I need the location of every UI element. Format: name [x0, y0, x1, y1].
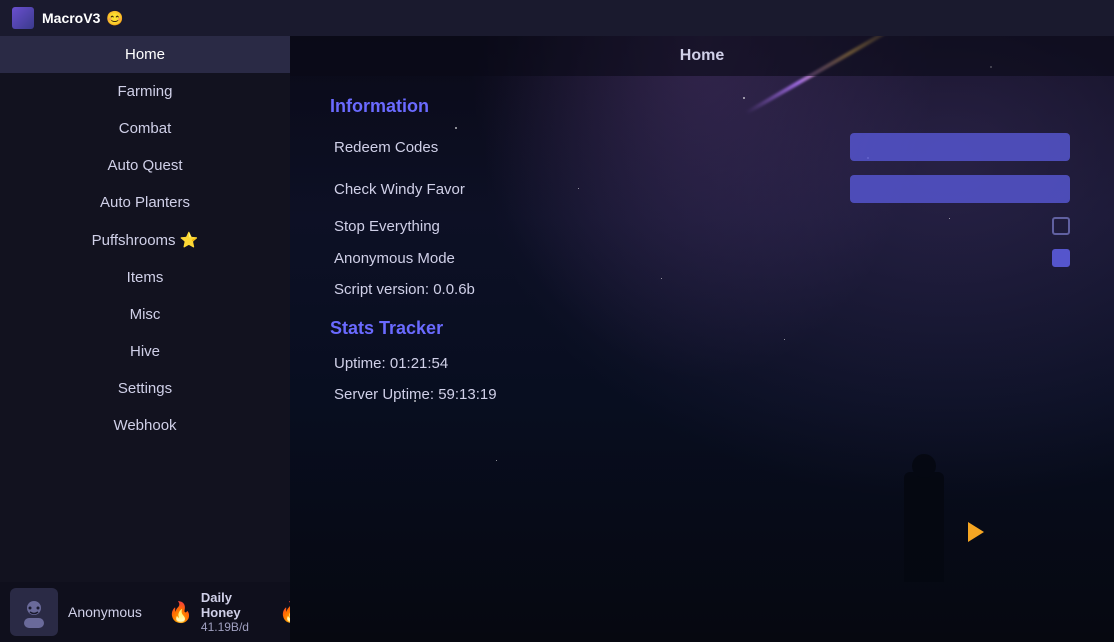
titlebar-emoji: 😊	[106, 10, 123, 27]
script-version-text: Script version: 0.0.6b	[334, 281, 475, 298]
anonymous-mode-row: Anonymous Mode	[330, 249, 1074, 267]
main-layout: Home Farming Combat Auto Quest Auto Plan…	[0, 36, 1114, 642]
uptime-label: Uptime: 01:21:54	[334, 355, 448, 372]
check-windy-favor-label: Check Windy Favor	[334, 181, 465, 198]
username-label: Anonymous	[68, 604, 148, 620]
server-uptime-label: Server Uptime: 59:13:19	[334, 386, 497, 403]
redeem-codes-row: Redeem Codes	[330, 133, 1074, 161]
app-title: MacroV3	[42, 10, 100, 26]
redeem-codes-label: Redeem Codes	[334, 139, 438, 156]
stop-everything-row: Stop Everything	[330, 217, 1074, 235]
script-version-row: Script version: 0.0.6b	[330, 281, 1074, 298]
redeem-codes-button[interactable]	[850, 133, 1070, 161]
daily-honey-stat: 🔥 Daily Honey 41.19B/d	[168, 590, 249, 634]
sidebar-item-puffshrooms[interactable]: Puffshrooms ⭐	[0, 221, 290, 259]
sidebar-item-items[interactable]: Items	[0, 259, 290, 296]
user-avatar	[10, 588, 58, 636]
anonymous-mode-checkbox[interactable]	[1052, 249, 1070, 267]
sidebar-item-auto-quest[interactable]: Auto Quest	[0, 147, 290, 184]
content-area: Home Information Redeem Codes Check Wind…	[290, 36, 1114, 642]
daily-honey-value: 41.19B/d	[201, 620, 249, 634]
information-title: Information	[330, 96, 1074, 117]
user-bar: Anonymous 🔥 Daily Honey 41.19B/d 🔥 Honey…	[0, 582, 290, 642]
inner-content: Information Redeem Codes Check Windy Fav…	[310, 76, 1094, 642]
check-windy-favor-button[interactable]	[850, 175, 1070, 203]
sidebar-bottom: Anonymous 🔥 Daily Honey 41.19B/d 🔥 Honey…	[0, 582, 290, 642]
daily-honey-label: Daily Honey	[201, 590, 249, 620]
stats-tracker-section: Stats Tracker Uptime: 01:21:54 Server Up…	[330, 318, 1074, 403]
sidebar-item-auto-planters[interactable]: Auto Planters	[0, 184, 290, 221]
sidebar-item-hive[interactable]: Hive	[0, 333, 290, 370]
stop-everything-label: Stop Everything	[334, 218, 440, 235]
uptime-row: Uptime: 01:21:54	[330, 355, 1074, 372]
anonymous-mode-label: Anonymous Mode	[334, 250, 455, 267]
sidebar-item-home[interactable]: Home	[0, 36, 290, 73]
sidebar-item-misc[interactable]: Misc	[0, 296, 290, 333]
stop-everything-checkbox[interactable]	[1052, 217, 1070, 235]
sidebar-item-settings[interactable]: Settings	[0, 370, 290, 407]
page-title: Home	[680, 47, 724, 65]
check-windy-favor-row: Check Windy Favor	[330, 175, 1074, 203]
page-header: Home	[290, 36, 1114, 76]
sidebar-item-farming[interactable]: Farming	[0, 73, 290, 110]
honey-icon-daily: 🔥	[168, 600, 193, 625]
sidebar-item-combat[interactable]: Combat	[0, 110, 290, 147]
server-uptime-row: Server Uptime: 59:13:19	[330, 386, 1074, 403]
information-section: Information Redeem Codes Check Windy Fav…	[330, 96, 1074, 298]
avatar-icon	[18, 596, 50, 628]
daily-honey-text: Daily Honey 41.19B/d	[201, 590, 249, 634]
app-logo	[12, 7, 34, 29]
sidebar: Home Farming Combat Auto Quest Auto Plan…	[0, 36, 290, 642]
sidebar-nav: Home Farming Combat Auto Quest Auto Plan…	[0, 36, 290, 444]
sidebar-item-webhook[interactable]: Webhook	[0, 407, 290, 444]
titlebar: MacroV3 😊	[0, 0, 1114, 36]
stats-tracker-title: Stats Tracker	[330, 318, 1074, 339]
